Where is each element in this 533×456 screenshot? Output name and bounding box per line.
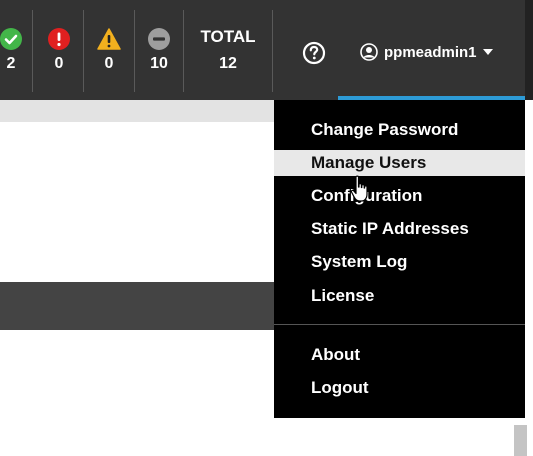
username-label: ppmeadmin1: [384, 43, 477, 61]
divider: [134, 10, 135, 92]
window-edge: [525, 0, 533, 100]
divider: [183, 10, 184, 92]
status-ok[interactable]: 2: [0, 0, 23, 92]
hand-cursor-icon: [350, 175, 368, 202]
divider: [83, 10, 84, 92]
status-ok-count: 2: [6, 55, 16, 72]
menu-item-change-password[interactable]: Change Password: [274, 117, 525, 143]
question-circle-icon[interactable]: [302, 41, 326, 65]
divider: [32, 10, 33, 92]
menu-item-configuration[interactable]: Configuration: [274, 183, 525, 209]
user-menu-toggle[interactable]: ppmeadmin1: [360, 42, 493, 62]
menu-item-static-ip-addresses[interactable]: Static IP Addresses: [274, 216, 525, 242]
user-circle-icon: [360, 43, 378, 61]
menu-item-logout[interactable]: Logout: [274, 375, 525, 401]
menu-divider: [274, 324, 525, 325]
user-dropdown-menu: Change Password Manage Users Configurati…: [274, 100, 525, 418]
divider: [272, 10, 273, 92]
minus-circle-icon: [148, 28, 170, 50]
menu-item-system-log[interactable]: System Log: [274, 249, 525, 275]
total-label: TOTAL: [200, 27, 256, 46]
menu-item-about[interactable]: About: [274, 342, 525, 368]
menu-item-license[interactable]: License: [274, 283, 525, 309]
status-disabled[interactable]: 10: [147, 0, 171, 92]
status-warning[interactable]: 0: [97, 0, 121, 92]
top-navigation-bar: 2 0 0 10 TOTAL 12 ppmeadmin1: [0, 0, 533, 100]
status-warning-count: 0: [104, 55, 114, 72]
total-count: 12: [219, 55, 237, 72]
exclamation-circle-icon: [48, 28, 70, 50]
status-disabled-count: 10: [150, 55, 168, 72]
scrollbar-thumb[interactable]: [514, 425, 527, 456]
status-critical[interactable]: 0: [47, 0, 71, 92]
warning-triangle-icon: [97, 28, 121, 50]
menu-item-manage-users[interactable]: Manage Users: [274, 150, 525, 176]
status-critical-count: 0: [54, 55, 64, 72]
check-circle-icon: [0, 28, 22, 50]
caret-down-icon: [482, 49, 493, 55]
